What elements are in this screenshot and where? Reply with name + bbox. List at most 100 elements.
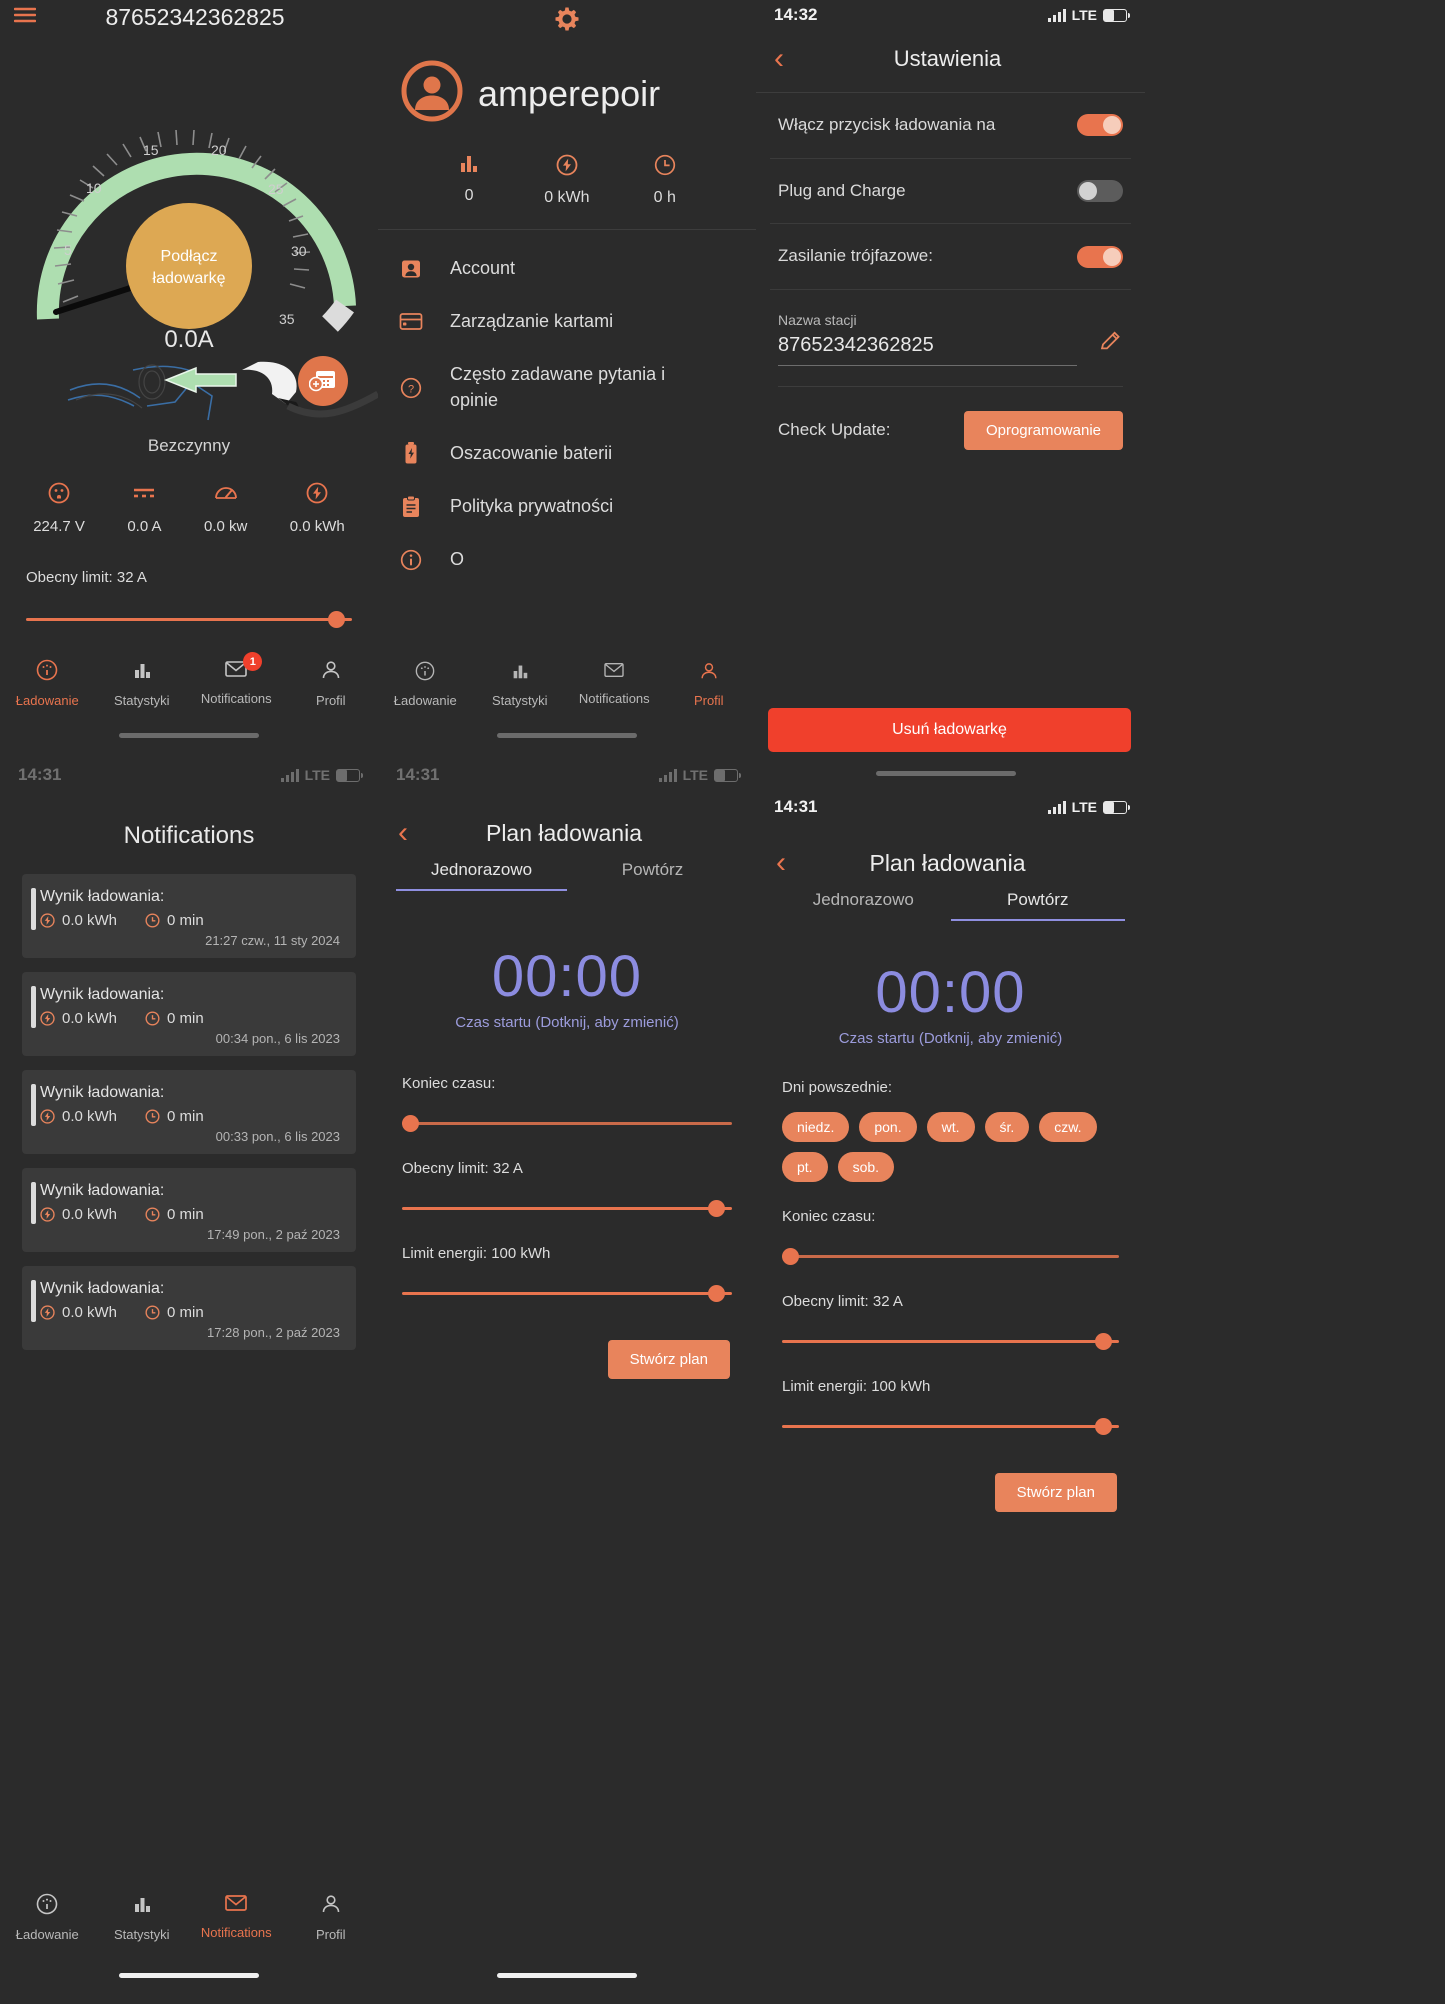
menu-item-privacy[interactable]: Polityka prywatności	[398, 480, 736, 533]
menu-item-account[interactable]: Account	[398, 242, 736, 295]
plan-repeat-current-limit-slider[interactable]	[782, 1330, 1119, 1352]
envelope-icon	[224, 1893, 248, 1918]
weekdays-label: Dni powszednie:	[782, 1079, 893, 1096]
plan-repeat-energy-limit-slider[interactable]	[782, 1415, 1119, 1437]
notification-card[interactable]: Wynik ładowania: 0.0 kWh 0 min 00:34 pon…	[22, 972, 356, 1056]
info-circle-icon	[398, 549, 424, 571]
toggle-three-phase[interactable]	[1077, 245, 1123, 268]
plan-repeat-end-time-slider[interactable]	[782, 1245, 1119, 1267]
tab-statystyki[interactable]: Statystyki	[480, 661, 560, 708]
notification-card[interactable]: Wynik ładowania: 0.0 kWh 0 min 00:33 pon…	[22, 1070, 356, 1154]
plan-repeat-current-limit-group: Obecny limit: 32 A	[756, 1267, 1145, 1352]
tab-label: Ładowanie	[15, 693, 79, 708]
tab-ladowanie[interactable]: Ładowanie	[385, 661, 465, 708]
home-indicator[interactable]	[497, 733, 637, 738]
tab-profil[interactable]: Profil	[291, 1893, 371, 1942]
create-plan-button[interactable]: Stwórz plan	[994, 1473, 1117, 1512]
plan-repeat-actions: Stwórz plan	[756, 1437, 1145, 1512]
notifications-list: Wynik ładowania: 0.0 kWh 0 min 21:27 czw…	[0, 874, 378, 1350]
bolt-circle-icon	[40, 913, 55, 928]
tab-profil[interactable]: Profil	[291, 659, 371, 708]
toggle-plug-charge[interactable]	[1077, 179, 1123, 202]
gauge-tick-35: 35	[279, 311, 295, 327]
statusbar-time: 14:32	[774, 5, 818, 24]
home-indicator[interactable]	[119, 733, 259, 738]
weekday-chip-sat[interactable]: sob.	[837, 1152, 895, 1182]
tab-ladowanie[interactable]: Ładowanie	[7, 1893, 87, 1942]
menu-item-faq[interactable]: ? Często zadawane pytania i opinie	[398, 348, 736, 426]
tab-label: Notifications	[200, 1925, 272, 1940]
setting-label: Plug and Charge	[778, 180, 906, 200]
bottom-tabbar-profile: Ładowanie Statystyki Notifications Profi…	[378, 661, 756, 708]
statusbar-time: 14:31	[774, 797, 818, 816]
weekday-chip-fri[interactable]: pt.	[782, 1152, 828, 1182]
tab-profil[interactable]: Profil	[669, 661, 749, 708]
tab-label: Profil	[315, 693, 346, 708]
plan-once-current-limit-slider[interactable]	[402, 1197, 732, 1219]
notification-title: Wynik ładowania:	[40, 1084, 165, 1101]
metric-voltage: 224.7 V	[33, 482, 85, 535]
setting-row-three-phase[interactable]: Zasilanie trójfazowe:	[770, 224, 1131, 290]
plan-once-energy-limit-slider[interactable]	[402, 1282, 732, 1304]
setting-row-charge-button[interactable]: Włącz przycisk ładowania na	[770, 93, 1131, 159]
profile-identity[interactable]: amperepoir	[378, 37, 756, 128]
tab-statystyki[interactable]: Statystyki	[102, 1893, 182, 1942]
notification-card[interactable]: Wynik ładowania: 0.0 kWh 0 min 21:27 czw…	[22, 874, 356, 958]
plan-once-start-time[interactable]: 00:00	[378, 943, 756, 1010]
tab-powtorz[interactable]: Powtórz	[567, 860, 738, 891]
firmware-update-button[interactable]: Oprogramowanie	[963, 410, 1123, 450]
tab-notifications[interactable]: 1 Notifications	[196, 652, 276, 706]
notification-card[interactable]: Wynik ładowania: 0.0 kWh 0 min 17:49 pon…	[22, 1168, 356, 1252]
notification-title: Wynik ładowania:	[40, 1280, 165, 1297]
station-name-field-group[interactable]: Nazwa stacji 87652342362825	[770, 290, 1131, 376]
home-indicator[interactable]	[876, 771, 1016, 776]
delete-charger-button[interactable]: Usuń ładowarkę	[768, 708, 1131, 752]
plan-repeat-header: ‹ Plan ładowania	[756, 822, 1145, 890]
pencil-icon[interactable]	[1099, 329, 1123, 366]
menu-item-label: Polityka prywatności	[450, 495, 614, 516]
gauge-center-label[interactable]: Podłącz ładowarkę	[0, 246, 378, 289]
station-name-input[interactable]: 87652342362825	[778, 334, 1077, 357]
bolt-circle-icon	[556, 154, 578, 181]
question-circle-icon: ?	[398, 377, 424, 399]
metric-energy-value: 0.0 kWh	[289, 518, 345, 535]
tab-label: Profil	[693, 693, 724, 708]
home-indicator[interactable]	[119, 1973, 259, 1978]
tab-jednorazowo[interactable]: Jednorazowo	[396, 860, 567, 891]
plan-once-end-time-slider[interactable]	[402, 1112, 732, 1134]
plan-repeat-start-time[interactable]: 00:00	[756, 959, 1145, 1026]
weekday-chip-wed[interactable]: śr.	[984, 1112, 1030, 1142]
schedule-fab-button[interactable]	[298, 356, 348, 406]
weekday-chip-thu[interactable]: czw.	[1039, 1112, 1097, 1142]
home-indicator[interactable]	[497, 1973, 637, 1978]
stat-hours-value: 0 h	[653, 189, 676, 206]
setting-row-plug-charge[interactable]: Plug and Charge	[770, 159, 1131, 225]
battery-bolt-icon	[398, 441, 424, 465]
tab-ladowanie[interactable]: Ładowanie	[7, 659, 87, 708]
tab-powtorz[interactable]: Powtórz	[950, 890, 1125, 921]
weekday-chip-mon[interactable]: pon.	[859, 1112, 917, 1142]
network-label: LTE	[682, 767, 708, 783]
gear-icon[interactable]	[554, 6, 580, 37]
menu-item-cards[interactable]: Zarządzanie kartami	[398, 295, 736, 348]
tab-notifications[interactable]: Notifications	[196, 1893, 276, 1940]
tab-notifications[interactable]: Notifications	[574, 661, 654, 706]
plan-once-end-time-label: Koniec czasu:	[402, 1075, 496, 1092]
notification-timestamp: 17:49 pon., 2 paź 2023	[206, 1227, 340, 1242]
menu-item-battery[interactable]: Oszacowanie baterii	[398, 427, 736, 480]
bottom-tabbar-notifications: Ładowanie Statystyki Notifications Profi…	[0, 1893, 378, 1942]
plan-repeat-statusbar: 14:31 LTE	[756, 792, 1145, 822]
tab-jednorazowo[interactable]: Jednorazowo	[776, 890, 951, 921]
toggle-charge-button[interactable]	[1077, 114, 1123, 137]
current-limit-slider[interactable]	[26, 608, 352, 630]
notification-card[interactable]: Wynik ładowania: 0.0 kWh 0 min 17:28 pon…	[22, 1266, 356, 1350]
settings-header: ‹ Ustawienia	[756, 30, 1145, 92]
bar-chart-icon	[458, 154, 480, 179]
weekday-chip-sun[interactable]: niedz.	[782, 1112, 850, 1142]
menu-item-about[interactable]: O	[398, 533, 736, 586]
create-plan-button[interactable]: Stwórz plan	[607, 1340, 730, 1379]
weekday-chip-tue[interactable]: wt.	[926, 1112, 975, 1142]
clock-icon	[145, 1109, 160, 1124]
tab-statystyki[interactable]: Statystyki	[102, 659, 182, 708]
notifications-statusbar: 14:31 LTE	[0, 760, 378, 790]
